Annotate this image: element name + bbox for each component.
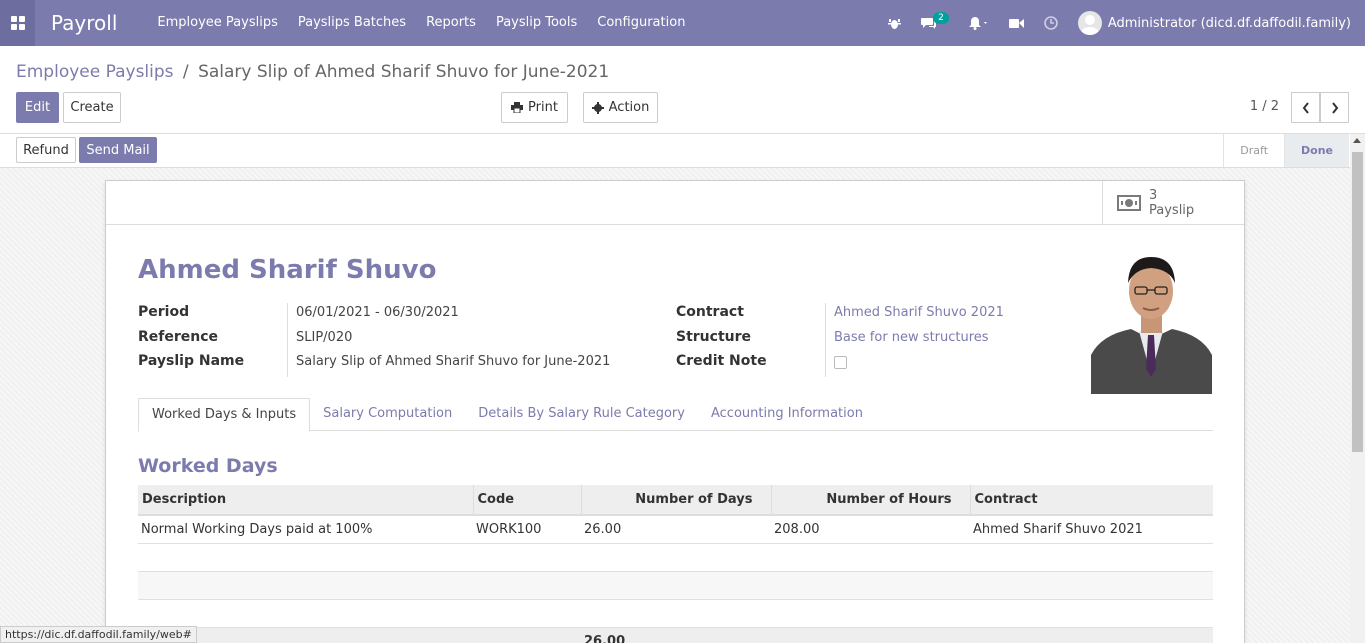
breadcrumb: Employee Payslips / Salary Slip of Ahmed…: [16, 62, 609, 82]
credit-note-checkbox[interactable]: [834, 356, 847, 369]
app-title[interactable]: Payroll: [51, 11, 117, 35]
stage-draft[interactable]: Draft: [1223, 134, 1284, 167]
bell-icon[interactable]: [968, 16, 989, 30]
gear-icon: [591, 101, 604, 114]
credit-note-label: Credit Note: [676, 353, 767, 369]
breadcrumb-parent[interactable]: Employee Payslips: [16, 62, 174, 82]
money-icon: [1117, 195, 1141, 211]
form-sheet: 3 Payslip Ahmed Sharif Shuvo Period 06/0…: [105, 180, 1245, 643]
user-name: Administrator (dicd.df.daffodil.family): [1107, 15, 1351, 31]
tab-worked-days-inputs[interactable]: Worked Days & Inputs: [138, 398, 311, 432]
empty-row: [138, 571, 1213, 600]
pager-value[interactable]: 1 / 2: [1250, 99, 1279, 114]
apps-menu-icon[interactable]: [0, 0, 35, 46]
stage-pipeline: Draft Done: [1223, 134, 1349, 167]
reference-value: SLIP/020: [296, 330, 353, 345]
browser-status-url: https://dic.df.daffodil.family/web#: [0, 626, 197, 643]
scroll-up-arrow-icon[interactable]: [1353, 138, 1361, 143]
print-label: Print: [528, 100, 558, 115]
print-icon: [511, 102, 524, 113]
cell-number-of-days: 26.00: [581, 515, 771, 544]
scrollbar-thumb[interactable]: [1352, 152, 1363, 452]
column-number-of-days[interactable]: Number of Days: [581, 485, 772, 516]
table-header-row: Description Code Number of Days Number o…: [138, 485, 1213, 516]
clock-icon[interactable]: [1044, 16, 1058, 30]
menu-employee-payslips[interactable]: Employee Payslips: [147, 0, 287, 46]
payslip-count: 3: [1149, 188, 1158, 203]
cell-code: WORK100: [473, 515, 581, 544]
pager-next-button[interactable]: [1320, 92, 1349, 123]
messages-count-badge: 2: [933, 12, 949, 24]
contract-link[interactable]: Ahmed Sharif Shuvo 2021: [834, 305, 1004, 320]
send-mail-button[interactable]: Send Mail: [79, 137, 157, 163]
payslip-name-value: Salary Slip of Ahmed Sharif Shuvo for Ju…: [296, 354, 611, 369]
right-group-divider: [825, 303, 826, 377]
page-scrollbar[interactable]: [1350, 134, 1365, 643]
table-row[interactable]: Normal Working Days paid at 100% WORK100…: [138, 515, 1213, 544]
cell-description: Normal Working Days paid at 100%: [138, 515, 473, 544]
menu-reports[interactable]: Reports: [416, 0, 486, 46]
cell-number-of-hours: 208.00: [771, 515, 970, 544]
action-button[interactable]: Action: [583, 92, 658, 123]
tab-details-by-salary-rule-category[interactable]: Details By Salary Rule Category: [465, 398, 698, 430]
tab-accounting-information[interactable]: Accounting Information: [698, 398, 876, 430]
button-box: 3 Payslip: [106, 181, 1244, 225]
structure-label: Structure: [676, 329, 752, 345]
pager-previous-button[interactable]: [1291, 92, 1320, 123]
top-navbar: Payroll Employee Payslips Payslips Batch…: [0, 0, 1365, 46]
column-contract[interactable]: Contract: [970, 485, 1213, 516]
structure-link[interactable]: Base for new structures: [834, 330, 989, 345]
payslip-count-label: Payslip: [1149, 203, 1195, 218]
cell-contract: Ahmed Sharif Shuvo 2021: [970, 515, 1213, 544]
breadcrumb-separator: /: [182, 62, 189, 82]
control-panel: Employee Payslips / Salary Slip of Ahmed…: [0, 46, 1365, 134]
payslip-name-label: Payslip Name: [138, 353, 245, 369]
main-menu: Employee Payslips Payslips Batches Repor…: [147, 0, 695, 46]
table-footer-row: 26.00: [138, 627, 1213, 643]
breadcrumb-current: Salary Slip of Ahmed Sharif Shuvo for Ju…: [198, 62, 610, 82]
messages-icon[interactable]: 2: [921, 12, 949, 30]
employee-photo[interactable]: [1091, 243, 1212, 394]
chevron-right-icon: [1331, 101, 1338, 114]
pager-buttons: [1291, 92, 1349, 123]
empty-row: [138, 543, 1213, 572]
column-number-of-hours[interactable]: Number of Hours: [771, 485, 971, 516]
chevron-left-icon: [1302, 101, 1309, 114]
left-group-divider: [287, 303, 288, 377]
avatar: [1077, 11, 1102, 35]
worked-days-title: Worked Days: [138, 455, 278, 477]
column-description[interactable]: Description: [138, 485, 474, 516]
print-button[interactable]: Print: [501, 92, 568, 123]
menu-payslip-tools[interactable]: Payslip Tools: [486, 0, 587, 46]
contract-label: Contract: [676, 304, 744, 320]
menu-payslips-batches[interactable]: Payslips Batches: [288, 0, 416, 46]
total-days: 26.00: [581, 627, 771, 643]
action-label: Action: [608, 100, 650, 115]
reference-label: Reference: [138, 329, 219, 345]
user-menu[interactable]: Administrator (dicd.df.daffodil.family): [1077, 11, 1351, 35]
refund-button[interactable]: Refund: [16, 137, 76, 163]
form-statusbar: Refund Send Mail Draft Done: [0, 134, 1365, 168]
payslip-smart-button[interactable]: 3 Payslip: [1102, 181, 1244, 225]
video-call-icon[interactable]: [1008, 18, 1024, 29]
menu-configuration[interactable]: Configuration: [587, 0, 695, 46]
employee-name: Ahmed Sharif Shuvo: [138, 255, 437, 285]
tab-salary-computation[interactable]: Salary Computation: [310, 398, 465, 430]
form-content: 3 Payslip Ahmed Sharif Shuvo Period 06/0…: [0, 168, 1350, 643]
period-value: 06/01/2021 - 06/30/2021: [296, 305, 459, 320]
worked-days-table: Description Code Number of Days Number o…: [138, 485, 1213, 643]
stage-done[interactable]: Done: [1284, 134, 1349, 167]
notebook-tabs: Worked Days & Inputs Salary Computation …: [138, 398, 1213, 432]
create-button[interactable]: Create: [63, 92, 121, 123]
edit-button[interactable]: Edit: [16, 92, 59, 123]
column-code[interactable]: Code: [473, 485, 582, 516]
period-label: Period: [138, 304, 190, 320]
systray: 2 Administrator (dicd.df.daffodil.family…: [878, 0, 1365, 46]
bug-icon[interactable]: [888, 17, 902, 30]
empty-row: [138, 599, 1213, 628]
